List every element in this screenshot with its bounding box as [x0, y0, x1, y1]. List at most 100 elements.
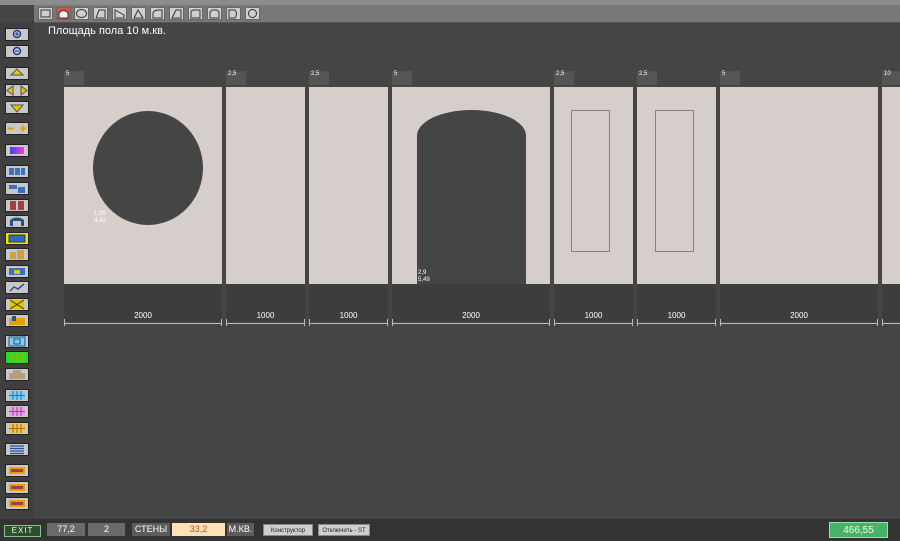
frame-tool-button[interactable]	[5, 335, 29, 348]
door-frame[interactable]	[571, 110, 610, 252]
stairs-tool-button[interactable]	[5, 281, 29, 294]
trapezoid-shape-button[interactable]	[93, 7, 108, 20]
round-corner-shape-button[interactable]	[188, 7, 203, 20]
door-frame[interactable]	[655, 110, 694, 252]
gradient-tool-button[interactable]	[5, 144, 29, 157]
arch-shape-button[interactable]	[56, 7, 71, 20]
move-up-button[interactable]	[5, 67, 29, 80]
layer-tool-button-3[interactable]	[5, 497, 29, 510]
chamfer-shape-button[interactable]	[207, 7, 222, 20]
zoom-in-icon	[12, 29, 22, 39]
layer-icon	[9, 500, 25, 507]
panel-width-label: 1000	[584, 311, 603, 320]
grid-pink-tool-button[interactable]	[5, 405, 29, 418]
pattern-tool-button[interactable]	[5, 298, 29, 311]
dimension-tick	[221, 319, 222, 326]
layer-tool-button-1[interactable]	[5, 464, 29, 477]
panel-base	[882, 284, 900, 321]
dimension-tick	[304, 319, 305, 326]
doors-icon	[10, 201, 24, 210]
status-value-2: 2	[88, 523, 125, 536]
grid-pink-icon	[9, 407, 25, 416]
doors-tool-button[interactable]	[5, 199, 29, 212]
dimension-tick	[549, 319, 550, 326]
half-trapezoid-shape-button[interactable]	[169, 7, 184, 20]
dimension-tick	[637, 319, 638, 326]
half-trapezoid-shape-icon	[171, 9, 182, 19]
chamfer-shape-icon	[209, 9, 220, 19]
lines-tool-button[interactable]	[5, 351, 29, 364]
slant-shape-button[interactable]	[112, 7, 127, 20]
dimension-tick	[387, 319, 388, 326]
zoom-out-icon	[12, 46, 22, 56]
circle-opening-size: 1,09 4,42	[94, 211, 106, 224]
panel-tool-button[interactable]	[5, 265, 29, 278]
panel-tag[interactable]: 5	[64, 71, 84, 85]
rect-shape-button[interactable]	[38, 7, 53, 20]
cabinet-icon	[9, 370, 25, 379]
panel-width-label: 1000	[667, 311, 686, 320]
dimension-tick	[720, 319, 721, 326]
shape-toolbar	[34, 5, 900, 23]
arch-opening[interactable]	[417, 110, 526, 284]
circle-opening[interactable]	[93, 111, 203, 225]
side-arc-shape-icon	[228, 9, 237, 19]
blocks-tool-button[interactable]	[5, 182, 29, 195]
corner-arc-shape-button[interactable]	[150, 7, 165, 20]
dimension-line	[392, 323, 550, 324]
grid-orange-tool-button[interactable]	[5, 422, 29, 435]
move-down-button[interactable]	[5, 101, 29, 114]
dimension-line	[554, 323, 633, 324]
panel-tag[interactable]: 2,5	[226, 71, 246, 85]
trapezoid-shape-icon	[95, 9, 106, 19]
walls-label: СТЕНЫ	[132, 523, 170, 536]
dimension-tick	[882, 319, 883, 326]
dimension-tick	[309, 319, 310, 326]
grid-blue-tool-button[interactable]	[5, 389, 29, 402]
arch-shape-icon	[58, 10, 69, 19]
triangle-shape-icon	[133, 8, 144, 19]
wall-panel[interactable]	[309, 87, 388, 284]
side-arc-shape-button[interactable]	[226, 7, 241, 20]
zoom-in-button[interactable]	[5, 28, 29, 41]
list-icon	[10, 445, 24, 455]
list-tool-button[interactable]	[5, 443, 29, 456]
oval-shape-button[interactable]	[74, 7, 89, 20]
window-tool-button[interactable]	[5, 232, 29, 245]
dimension-tick	[877, 319, 878, 326]
blocks-icon	[9, 185, 25, 193]
unit-label: М.КВ.	[227, 523, 254, 536]
shrink-expand-button[interactable]	[5, 122, 29, 135]
panel-tag[interactable]: 5	[720, 71, 740, 85]
zoom-out-button[interactable]	[5, 45, 29, 58]
constructor-button[interactable]: Конструктор	[263, 524, 313, 536]
tiles-tool-button[interactable]	[5, 165, 29, 178]
panel-tag[interactable]: 5	[392, 71, 412, 85]
panel-width-label: 1000	[339, 311, 358, 320]
tools-tool-button[interactable]	[5, 314, 29, 327]
wall-panel[interactable]	[882, 87, 900, 284]
panel-tag[interactable]: 10	[882, 71, 900, 85]
move-left-right-button[interactable]	[5, 84, 29, 97]
panel-tag[interactable]: 2,5	[554, 71, 574, 85]
stairs-icon	[9, 283, 25, 292]
exit-button[interactable]: EXIT	[4, 525, 41, 537]
dimension-tick	[392, 319, 393, 326]
walls-area-value: 33,2	[172, 523, 225, 536]
arch-opening-size: 2,9 5,49	[418, 270, 430, 283]
grid-orange-icon	[9, 424, 25, 433]
cabinet-tool-button[interactable]	[5, 368, 29, 381]
triangle-shape-button[interactable]	[131, 7, 146, 20]
corner-arc-shape-icon	[152, 9, 163, 19]
arch-tool-button[interactable]	[5, 215, 29, 228]
dimension-tick	[64, 319, 65, 326]
furniture-tool-button[interactable]	[5, 248, 29, 261]
circle-shape-button[interactable]	[245, 7, 260, 20]
pattern-icon	[9, 299, 25, 310]
wall-panel[interactable]	[226, 87, 305, 284]
wall-panel[interactable]	[720, 87, 878, 284]
layer-tool-button-2[interactable]	[5, 481, 29, 494]
panel-tag[interactable]: 2,5	[637, 71, 657, 85]
disable-st-button[interactable]: Отключить - ST	[318, 524, 370, 536]
panel-tag[interactable]: 2,5	[309, 71, 329, 85]
